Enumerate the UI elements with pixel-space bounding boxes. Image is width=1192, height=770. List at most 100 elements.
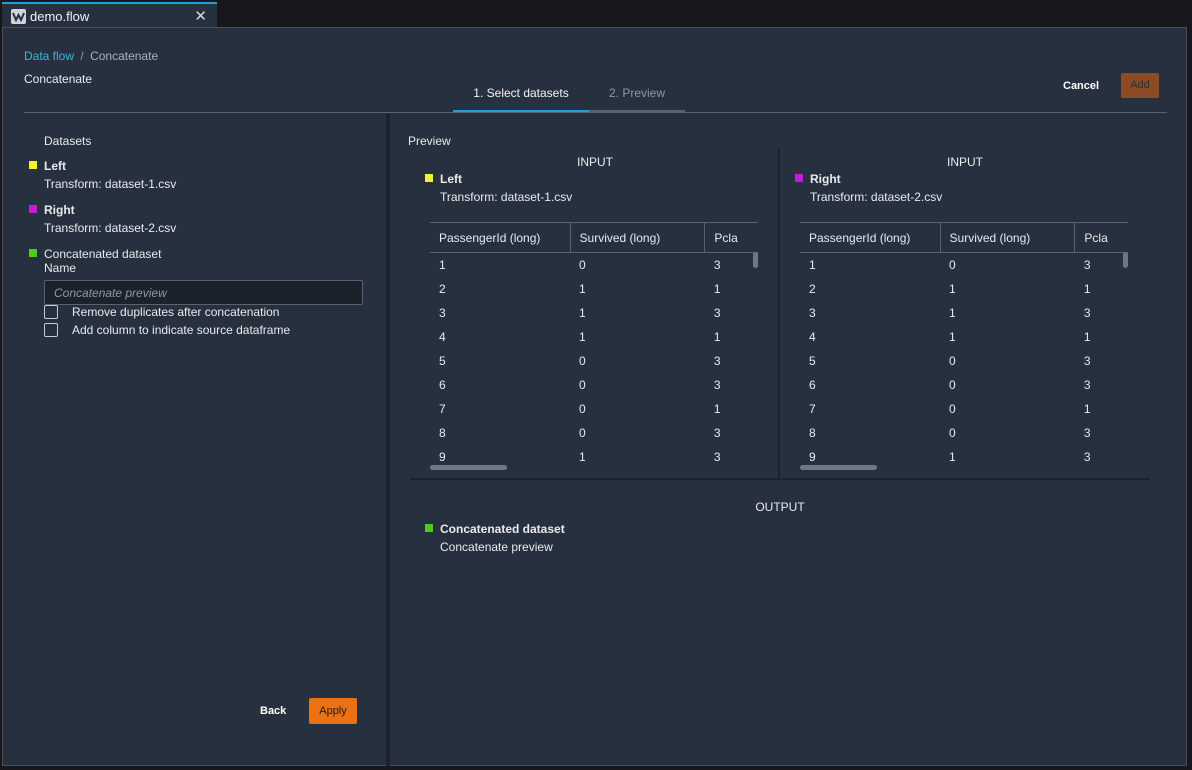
- right-input-preview: INPUT Right Transform: dataset-2.csv Pas…: [780, 148, 1150, 478]
- table-cell: 5: [439, 353, 446, 368]
- table-cell: 4: [439, 329, 446, 344]
- add-source-column-checkbox[interactable]: [44, 323, 58, 337]
- remove-duplicates-checkbox[interactable]: [44, 305, 58, 319]
- table-cell: 1: [809, 257, 816, 272]
- table-row: 2 1 1: [430, 277, 758, 301]
- table-cell: 1: [949, 449, 956, 464]
- output-color-swatch: [29, 249, 37, 257]
- datasets-heading: Datasets: [44, 134, 92, 148]
- step-tabs: 1. Select datasets 2. Preview: [453, 80, 685, 112]
- input-title: INPUT: [577, 155, 613, 169]
- tab-bar: demo.flow ✕: [0, 0, 1192, 28]
- back-button[interactable]: Back: [252, 698, 294, 724]
- table-cell: 6: [809, 377, 816, 392]
- tab-preview[interactable]: 2. Preview: [589, 80, 685, 112]
- vertical-scrollbar[interactable]: [1123, 252, 1128, 268]
- table-cell: 1: [949, 305, 956, 320]
- apply-button[interactable]: Apply: [309, 698, 357, 724]
- table-cell: 5: [809, 353, 816, 368]
- table-cell: 3: [713, 449, 721, 464]
- page-title: Concatenate: [24, 72, 93, 86]
- breadcrumb-data-flow-link[interactable]: Data flow: [24, 49, 74, 63]
- add-source-column-label: Add column to indicate source dataframe: [72, 323, 291, 337]
- left-input-name: Left: [440, 172, 462, 186]
- output-divider: [410, 478, 1150, 480]
- add-source-column-option[interactable]: Add column to indicate source dataframe: [44, 323, 290, 337]
- horizontal-scrollbar[interactable]: [430, 465, 507, 470]
- table-cell: 1: [579, 329, 586, 344]
- table-cell: 0: [949, 401, 956, 416]
- table-row: 6 0 3: [800, 373, 1128, 397]
- horizontal-scrollbar[interactable]: [800, 465, 877, 470]
- table-cell: 3: [809, 305, 816, 320]
- breadcrumb: Data flow / Concatenate: [24, 49, 158, 63]
- tab-demo-flow[interactable]: demo.flow ✕: [2, 2, 217, 28]
- table-cell: 0: [949, 425, 956, 440]
- table-header-row: PassengerId (long) Survived (long) Pcla: [430, 222, 758, 253]
- table-cell: 4: [809, 329, 816, 344]
- column-header[interactable]: Pcla: [1074, 222, 1128, 253]
- concatenate-window: Data flow / Concatenate Concatenate 1. S…: [2, 27, 1187, 766]
- tab-title: demo.flow: [30, 8, 90, 24]
- table-row: 5 0 3: [430, 349, 758, 373]
- table-cell: 1: [1083, 281, 1091, 296]
- table-row: 4 1 1: [800, 325, 1128, 349]
- right-dataset-name: Right: [44, 203, 75, 217]
- table-cell: 0: [579, 377, 586, 392]
- table-row: 7 0 1: [800, 397, 1128, 421]
- table-cell: 7: [809, 401, 816, 416]
- table-cell: 0: [579, 353, 586, 368]
- column-header[interactable]: Survived (long): [939, 222, 1075, 253]
- table-cell: 3: [713, 353, 721, 368]
- table-cell: 3: [439, 305, 446, 320]
- table-row: 2 1 1: [800, 277, 1128, 301]
- right-input-transform: Transform: dataset-2.csv: [810, 190, 943, 204]
- table-cell: 1: [439, 257, 446, 272]
- table-cell: 1: [1083, 401, 1091, 416]
- wave-logo-icon: [11, 8, 26, 24]
- table-cell: 1: [579, 449, 586, 464]
- table-cell: 3: [1083, 377, 1091, 392]
- output-color-swatch: [425, 524, 433, 532]
- table-row: 3 1 3: [800, 301, 1128, 325]
- table-cell: 6: [439, 377, 446, 392]
- table-cell: 7: [439, 401, 446, 416]
- left-data-table: PassengerId (long) Survived (long) Pcla …: [430, 222, 758, 472]
- left-input-preview: INPUT Left Transform: dataset-1.csv Pass…: [410, 148, 780, 478]
- table-cell: 3: [1083, 425, 1091, 440]
- table-row: 5 0 3: [800, 349, 1128, 373]
- close-icon[interactable]: ✕: [194, 7, 207, 25]
- table-cell: 3: [1083, 353, 1091, 368]
- table-cell: 8: [439, 425, 446, 440]
- column-header[interactable]: Pcla: [704, 222, 758, 253]
- table-cell: 0: [579, 401, 586, 416]
- table-row: 3 1 3: [430, 301, 758, 325]
- table-cell: 3: [713, 377, 721, 392]
- table-cell: 8: [809, 425, 816, 440]
- left-input-transform: Transform: dataset-1.csv: [440, 190, 573, 204]
- dataset-name-input[interactable]: [44, 280, 363, 305]
- column-header[interactable]: PassengerId (long): [430, 222, 571, 253]
- column-header[interactable]: PassengerId (long): [800, 222, 941, 253]
- table-header-row: PassengerId (long) Survived (long) Pcla: [800, 222, 1128, 253]
- right-data-table: PassengerId (long) Survived (long) Pcla …: [800, 222, 1128, 472]
- cancel-button[interactable]: Cancel: [1055, 74, 1107, 98]
- preview-heading: Preview: [408, 134, 451, 148]
- table-cell: 1: [949, 329, 956, 344]
- table-row: 4 1 1: [430, 325, 758, 349]
- output-dataset-value: Concatenate preview: [440, 540, 553, 554]
- table-row: 1 0 3: [800, 253, 1128, 277]
- right-color-swatch: [795, 174, 803, 182]
- remove-duplicates-option[interactable]: Remove duplicates after concatenation: [44, 305, 279, 319]
- add-button[interactable]: Add: [1121, 73, 1159, 98]
- breadcrumb-separator: /: [80, 49, 84, 63]
- table-cell: 0: [579, 257, 586, 272]
- tab-select-datasets[interactable]: 1. Select datasets: [453, 80, 589, 112]
- vertical-scrollbar[interactable]: [753, 252, 758, 268]
- table-cell: 0: [949, 377, 956, 392]
- table-cell: 2: [809, 281, 816, 296]
- table-cell: 1: [713, 401, 721, 416]
- table-cell: 3: [1083, 305, 1091, 320]
- column-header[interactable]: Survived (long): [569, 222, 705, 253]
- table-row: 1 0 3: [430, 253, 758, 277]
